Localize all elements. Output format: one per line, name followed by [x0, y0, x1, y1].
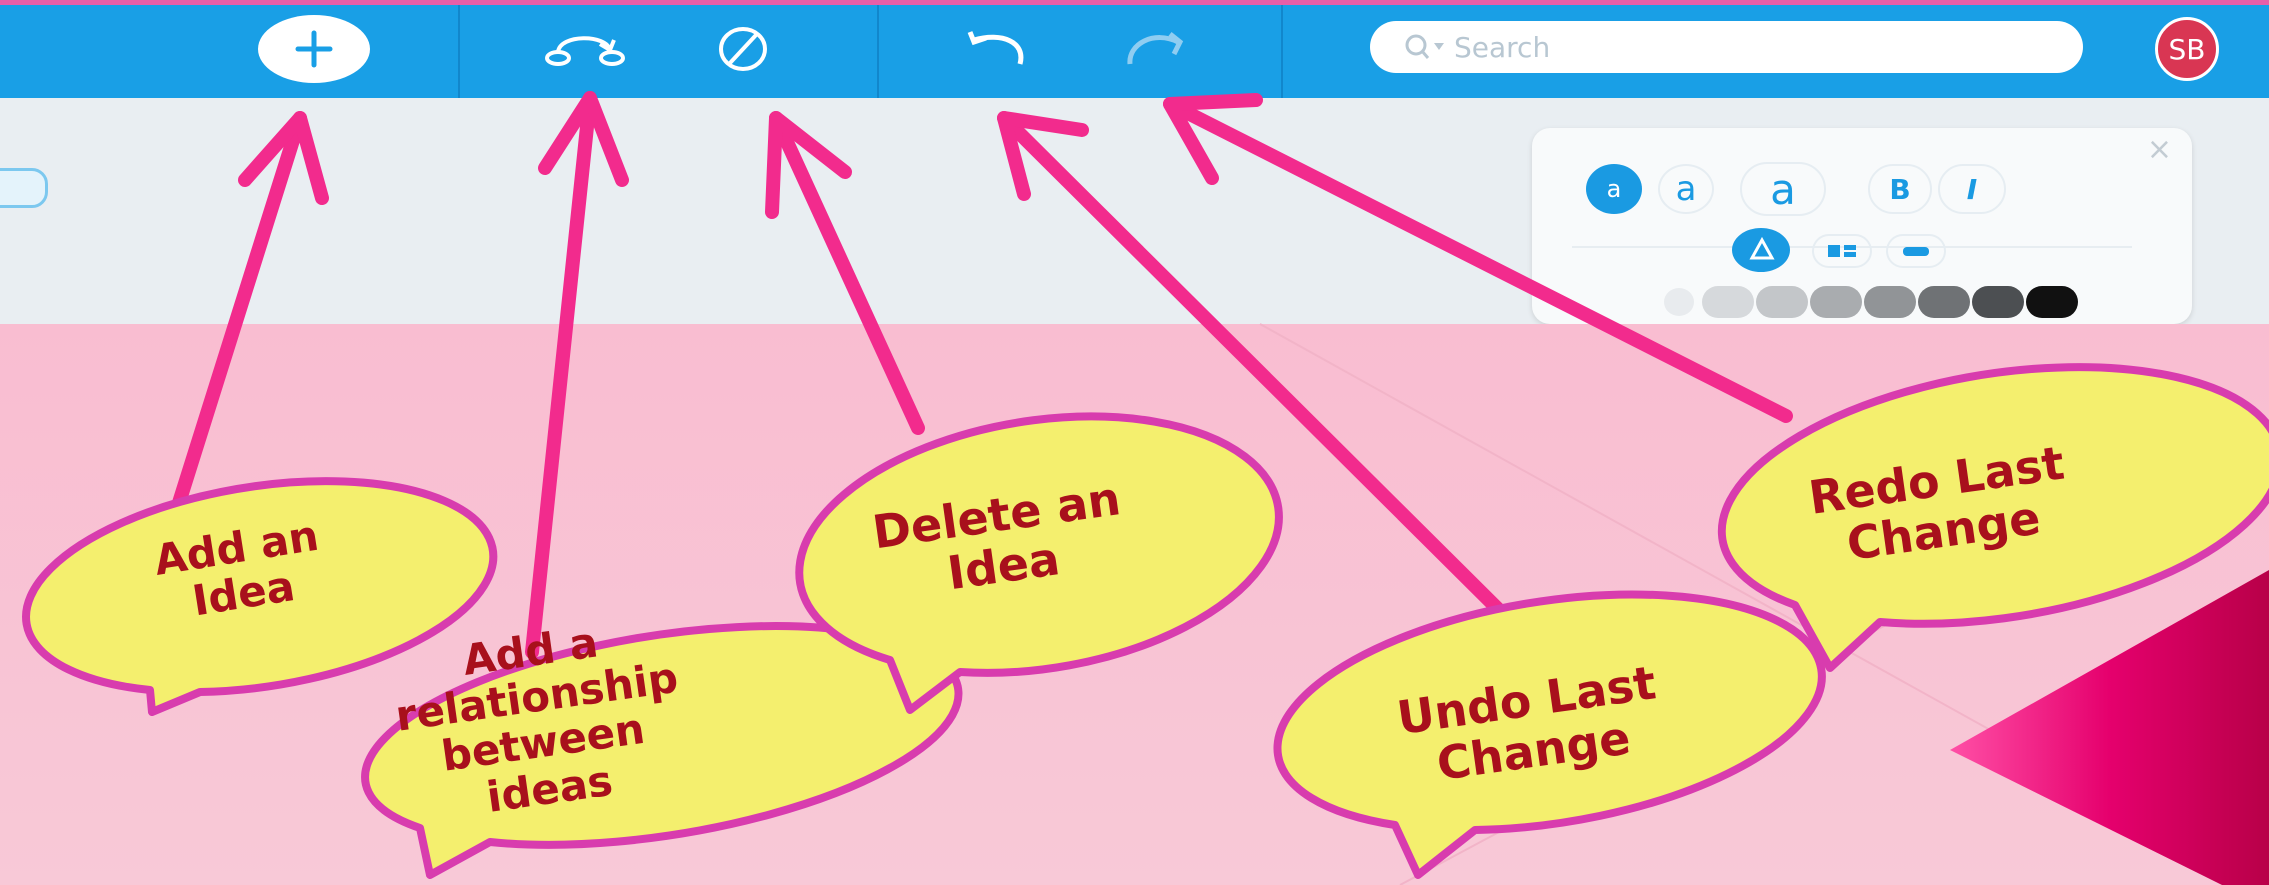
arrow-add-relationship [525, 91, 597, 659]
arrow-delete-idea [769, 111, 925, 435]
arrow-add-idea [165, 111, 307, 532]
annotation-layer [22, 91, 2269, 885]
